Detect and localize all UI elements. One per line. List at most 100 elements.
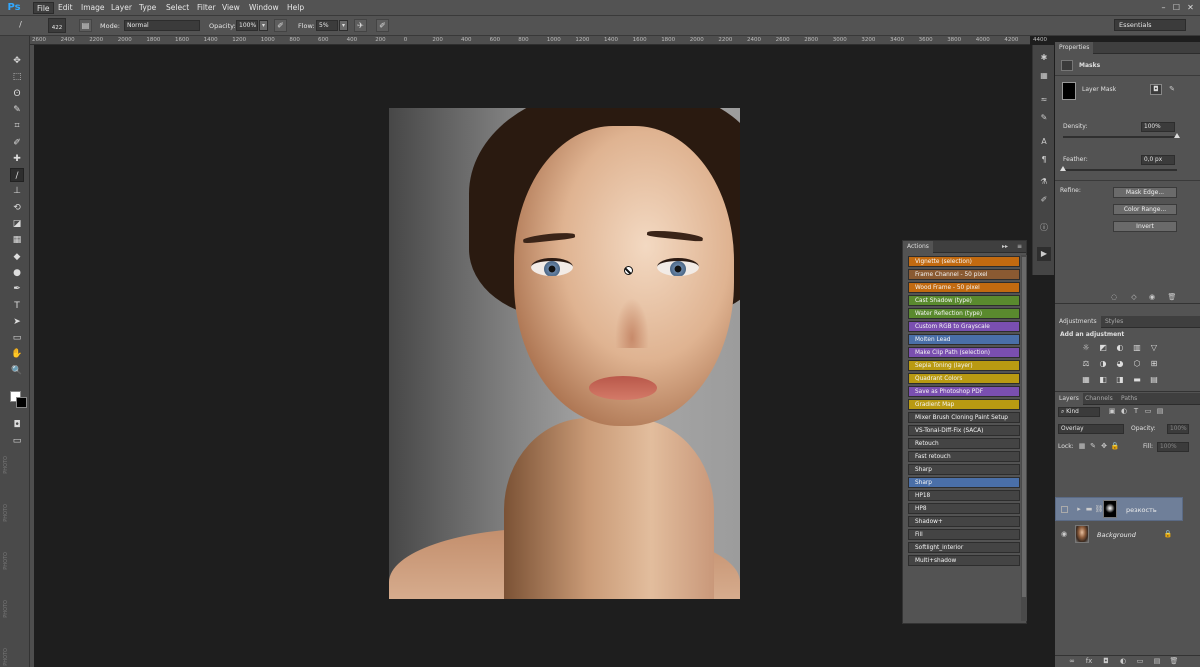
lock-all-icon[interactable]: 🔒 — [1110, 442, 1120, 451]
quick-mask-icon[interactable]: ◘ — [10, 418, 24, 432]
properties-tab[interactable]: Properties — [1055, 42, 1094, 54]
adjustment-icon[interactable]: ◩ — [1098, 343, 1108, 352]
menu-image[interactable]: Image — [78, 2, 108, 14]
close-icon[interactable]: ✕ — [1186, 3, 1195, 12]
action-button[interactable]: VS-Tonal-Diff-Fix (SACA) — [908, 425, 1020, 436]
channels-tab[interactable]: Channels — [1081, 393, 1117, 405]
action-button[interactable]: Softlight_interior — [908, 542, 1020, 553]
dodge-tool-icon[interactable]: ● — [10, 266, 24, 280]
layers-footer-icon[interactable]: ▭ — [1135, 657, 1145, 666]
action-button[interactable]: Shadow+ — [908, 516, 1020, 527]
adjustments-tab[interactable]: Adjustments — [1055, 316, 1101, 328]
menu-select[interactable]: Select — [163, 2, 192, 14]
flow-dropdown-icon[interactable]: ▾ — [339, 20, 348, 31]
action-button[interactable]: Retouch — [908, 438, 1020, 449]
blend-mode-select[interactable]: Overlay — [1058, 424, 1124, 434]
zoom-tool-icon[interactable]: 🔍 — [10, 364, 24, 378]
lock-transparency-icon[interactable]: ▦ — [1077, 442, 1087, 451]
crop-tool-icon[interactable]: ⌗ — [10, 119, 24, 133]
styles-tab[interactable]: Styles — [1101, 316, 1127, 328]
paragraph-panel-icon[interactable]: ¶ — [1037, 153, 1051, 167]
tool-presets-icon[interactable]: ✐ — [1037, 193, 1051, 207]
workspace-select[interactable]: Essentials — [1114, 19, 1186, 31]
action-button[interactable]: Sharp — [908, 477, 1020, 488]
action-button[interactable]: Make Clip Path (selection) — [908, 347, 1020, 358]
eye-icon[interactable]: ◉ — [1059, 530, 1069, 539]
mode-select[interactable]: Normal — [124, 20, 200, 31]
opacity-field[interactable]: 100% — [236, 20, 258, 31]
action-button[interactable]: Wood Frame - 50 pixel — [908, 282, 1020, 293]
density-field[interactable]: 100% — [1141, 122, 1175, 132]
actions-panel-icon[interactable]: ▶ — [1037, 247, 1051, 261]
adjustment-icon[interactable]: ◧ — [1098, 375, 1108, 384]
layers-footer-icon[interactable]: ◘ — [1101, 657, 1111, 666]
load-selection-icon[interactable]: ◌ — [1109, 293, 1119, 302]
invert-button[interactable]: Invert — [1113, 221, 1177, 232]
action-button[interactable]: Custom RGB to Grayscale — [908, 321, 1020, 332]
history-brush-tool-icon[interactable]: ⟲ — [10, 201, 24, 215]
layer-filter-kind[interactable]: ⌕ Kind — [1058, 407, 1100, 417]
eraser-tool-icon[interactable]: ◪ — [10, 217, 24, 231]
filter-type-icon[interactable]: T — [1131, 407, 1141, 416]
adjustment-icon[interactable]: ▬ — [1132, 375, 1142, 384]
move-tool-icon[interactable]: ✥ — [10, 54, 24, 68]
character-panel-icon[interactable]: A — [1037, 135, 1051, 149]
brush-preset-icon[interactable]: / — [14, 19, 27, 32]
action-button[interactable]: Frame Channel - 50 pixel — [908, 269, 1020, 280]
layers-tab[interactable]: Layers — [1055, 393, 1083, 405]
screen-mode-icon[interactable]: ▭ — [10, 434, 24, 448]
action-button[interactable]: Water Reflection (type) — [908, 308, 1020, 319]
mask-visibility-icon[interactable]: ◉ — [1147, 293, 1157, 302]
action-button[interactable]: Quadrant Colors — [908, 373, 1020, 384]
airbrush-icon[interactable]: ✈ — [354, 19, 367, 32]
layers-footer-icon[interactable]: ◐ — [1118, 657, 1128, 666]
swatches-panel-icon[interactable]: ▦ — [1037, 69, 1051, 83]
action-button[interactable]: Molten Lead — [908, 334, 1020, 345]
marquee-tool-icon[interactable]: ⬚ — [10, 70, 24, 84]
eyedropper-tool-icon[interactable]: ✐ — [10, 136, 24, 150]
collapse-panel-icon[interactable]: ▸▸ — [1002, 241, 1008, 253]
adjustment-icon[interactable]: ◕ — [1115, 359, 1125, 368]
layer-row-group[interactable]: ▸ ▬ ⛓ резкость — [1055, 497, 1183, 521]
pressure-size-icon[interactable]: ✐ — [376, 19, 389, 32]
menu-edit[interactable]: Edit — [55, 2, 76, 14]
adjustment-icon[interactable]: ▽ — [1149, 343, 1159, 352]
brush-panel-icon[interactable]: ▤ — [79, 19, 92, 32]
lasso-tool-icon[interactable]: ʘ — [10, 87, 24, 101]
minimize-icon[interactable]: – — [1159, 3, 1168, 12]
opacity-dropdown-icon[interactable]: ▾ — [259, 20, 268, 31]
adjustment-icon[interactable]: ▥ — [1132, 343, 1142, 352]
action-button[interactable]: Cast Shadow (type) — [908, 295, 1020, 306]
path-select-tool-icon[interactable]: ➤ — [10, 315, 24, 329]
actions-scroll-thumb[interactable] — [1022, 257, 1026, 597]
visibility-toggle[interactable] — [1061, 506, 1068, 513]
menu-help[interactable]: Help — [284, 2, 307, 14]
adjustment-icon[interactable]: ◨ — [1115, 375, 1125, 384]
filter-pixel-icon[interactable]: ▣ — [1107, 407, 1117, 416]
action-button[interactable]: Vignette (selection) — [908, 256, 1020, 267]
blur-tool-icon[interactable]: ◆ — [10, 250, 24, 264]
healing-tool-icon[interactable]: ✚ — [10, 152, 24, 166]
document-canvas[interactable] — [389, 108, 740, 599]
filter-shape-icon[interactable]: ▭ — [1143, 407, 1153, 416]
action-button[interactable]: Gradient Map — [908, 399, 1020, 410]
color-range-button[interactable]: Color Range... — [1113, 204, 1177, 215]
filter-smart-icon[interactable]: ▤ — [1155, 407, 1165, 416]
flow-field[interactable]: 5% — [316, 20, 338, 31]
brush-tool-icon[interactable]: / — [10, 168, 24, 183]
adjustment-icon[interactable]: ▤ — [1149, 375, 1159, 384]
layers-footer-icon[interactable]: ∞ — [1067, 657, 1077, 666]
brush-panel-dock-icon[interactable]: ≈ — [1037, 93, 1051, 107]
adjustment-icon[interactable]: ⚖ — [1081, 359, 1091, 368]
info-panel-icon[interactable]: ⓘ — [1037, 221, 1051, 235]
pixel-mask-icon[interactable]: ◘ — [1150, 84, 1162, 95]
action-button[interactable]: Mixer Brush Cloning Paint Setup — [908, 412, 1020, 423]
menu-view[interactable]: View — [219, 2, 243, 14]
feather-field[interactable]: 0,0 px — [1141, 155, 1175, 165]
vector-mask-icon[interactable]: ✎ — [1166, 84, 1178, 95]
adjustment-icon[interactable]: ◑ — [1098, 359, 1108, 368]
filter-adjust-icon[interactable]: ◐ — [1119, 407, 1129, 416]
adjustment-icon[interactable]: ☼ — [1081, 343, 1091, 352]
action-button[interactable]: Multi+shadow — [908, 555, 1020, 566]
menu-type[interactable]: Type — [136, 2, 159, 14]
